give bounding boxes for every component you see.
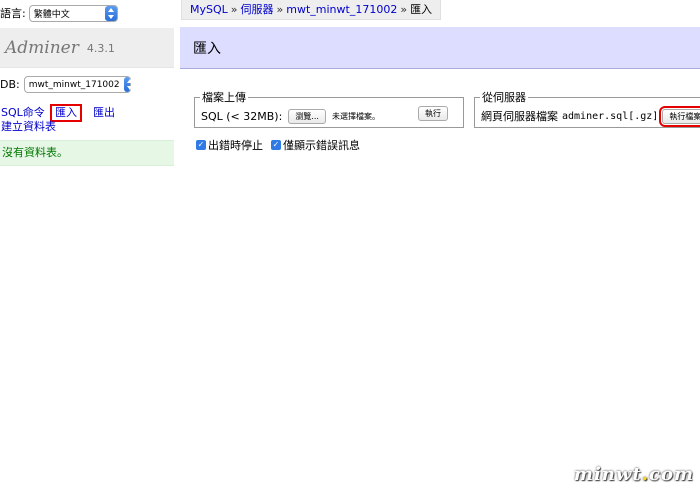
no-tables-message: 沒有資料表。 bbox=[0, 140, 174, 166]
breadcrumb-server[interactable]: 伺服器 bbox=[241, 3, 274, 16]
sql-upload-label: SQL (< 32MB): bbox=[201, 109, 283, 123]
stop-on-error-option[interactable]: 出錯時停止 bbox=[196, 137, 263, 153]
server-file-label: 網頁伺服器檔案 bbox=[481, 110, 558, 123]
brand-logo-link[interactable]: Adminer bbox=[5, 38, 79, 58]
breadcrumb-mysql[interactable]: MySQL bbox=[190, 3, 228, 16]
language-label: 語言: bbox=[0, 7, 26, 20]
database-select[interactable]: mwt_minwt_171002 bbox=[23, 76, 133, 93]
export-link[interactable]: 匯出 bbox=[93, 106, 115, 119]
language-select-value: 繁體中文 bbox=[33, 9, 70, 20]
chevron-updown-icon bbox=[104, 5, 117, 21]
upload-execute-button[interactable]: 執行 bbox=[418, 106, 448, 121]
sql-command-link[interactable]: SQL命令 bbox=[1, 106, 45, 119]
breadcrumb-separator: » bbox=[400, 3, 408, 16]
create-table-link[interactable]: 建立資料表 bbox=[1, 120, 56, 133]
breadcrumb-database[interactable]: mwt_minwt_171002 bbox=[286, 3, 397, 16]
file-upload-fieldset: 檔案上傳 SQL (< 32MB): 瀏覽... 未選擇檔案。 執行 bbox=[194, 92, 464, 128]
breadcrumb-separator: » bbox=[276, 3, 284, 16]
only-errors-option[interactable]: 僅顯示錯誤訊息 bbox=[271, 137, 360, 153]
import-options: 出錯時停止 僅顯示錯誤訊息 bbox=[196, 137, 368, 153]
stop-on-error-checkbox[interactable] bbox=[196, 140, 206, 150]
breadcrumb: MySQL» 伺服器» mwt_minwt_171002» 匯入 bbox=[181, 0, 442, 20]
database-select-value: mwt_minwt_171002 bbox=[28, 79, 120, 90]
database-switcher: DB: mwt_minwt_171002 bbox=[0, 76, 133, 93]
language-select[interactable]: 繁體中文 bbox=[28, 4, 118, 22]
server-file-legend: 從伺服器 bbox=[482, 91, 526, 104]
breadcrumb-separator: » bbox=[230, 3, 238, 16]
page-title: 匯入 bbox=[193, 40, 221, 57]
server-file-fieldset: 從伺服器 網頁伺服器檔案 adminer.sql[.gz] 執行檔案 bbox=[474, 92, 700, 128]
page-header: 匯入 bbox=[180, 27, 700, 69]
stop-on-error-label: 出錯時停止 bbox=[208, 139, 263, 152]
server-file-name: adminer.sql[.gz] bbox=[562, 110, 659, 122]
run-file-button[interactable]: 執行檔案 bbox=[659, 105, 700, 127]
breadcrumb-current: 匯入 bbox=[410, 3, 433, 16]
chevron-updown-icon bbox=[123, 77, 133, 92]
only-errors-label: 僅顯示錯誤訊息 bbox=[283, 139, 360, 152]
watermark-logo: minwt.com bbox=[573, 464, 694, 485]
brand-header: Adminer 4.3.1 bbox=[0, 28, 174, 68]
brand-version: 4.3.1 bbox=[86, 42, 115, 55]
database-label: DB: bbox=[0, 78, 20, 91]
choose-file-button[interactable]: 瀏覽... bbox=[288, 108, 326, 124]
file-upload-legend: 檔案上傳 bbox=[202, 91, 246, 104]
language-switcher: 語言: 繁體中文 bbox=[0, 3, 118, 23]
no-file-selected-text: 未選擇檔案。 bbox=[331, 111, 380, 121]
only-errors-checkbox[interactable] bbox=[271, 140, 281, 150]
